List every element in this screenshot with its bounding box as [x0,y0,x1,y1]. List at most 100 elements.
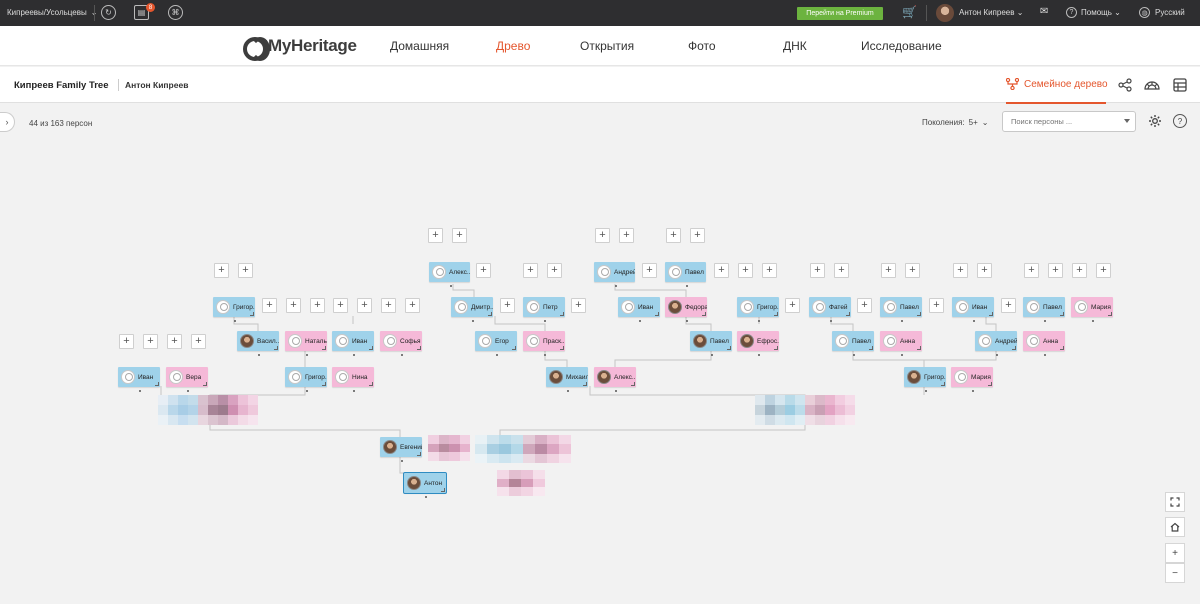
person-card[interactable]: Праск... [523,331,565,356]
add-mother-button[interactable]: + [1048,263,1063,278]
person-card[interactable]: Григор... [285,367,327,392]
add-spouse-button[interactable]: + [571,298,586,313]
person-card[interactable]: Иван [618,297,660,322]
expand-dot[interactable] [614,285,617,287]
expand-dot[interactable] [853,354,855,356]
expand-dot[interactable] [685,285,688,287]
expand-dot[interactable] [258,354,260,356]
person-card[interactable]: Вера [166,367,208,392]
expand-dot[interactable] [353,390,355,392]
add-mother-button[interactable]: + [357,298,372,313]
add-mother-button[interactable]: + [834,263,849,278]
person-card[interactable]: Федора [665,297,707,322]
person-card[interactable]: Михаил [546,367,588,392]
person-card[interactable]: Алекс... [594,367,636,392]
expand-dot[interactable] [139,390,141,392]
expand-dot[interactable] [1092,320,1094,322]
add-father-button[interactable]: + [523,263,538,278]
person-card[interactable]: Мария [951,367,993,392]
person-card[interactable]: Софья [380,331,422,356]
expand-dot[interactable] [425,496,427,498]
home-icon[interactable] [1165,517,1185,537]
person-card[interactable]: Павел [665,262,706,287]
add-mother-button[interactable]: + [547,263,562,278]
person-card[interactable]: Наталья [285,331,327,356]
expand-dot[interactable] [567,390,569,392]
add-mother-button[interactable]: + [143,334,158,349]
add-mother-button[interactable]: + [238,263,253,278]
expand-dot[interactable] [639,320,641,322]
add-father-button[interactable]: + [333,298,348,313]
expand-dot[interactable] [306,354,308,356]
add-father-button[interactable]: + [595,228,610,243]
person-card[interactable]: Иван [118,367,160,392]
expand-dot[interactable] [686,320,688,322]
person-card[interactable]: Дмитр... [451,297,493,322]
expand-dot[interactable] [187,390,189,392]
person-card[interactable]: Павел [832,331,874,356]
expand-dot[interactable] [901,354,903,356]
expand-dot[interactable] [830,320,832,322]
zoom-out-icon[interactable]: − [1165,563,1185,583]
add-spouse-button[interactable]: + [785,298,800,313]
person-card-selected[interactable]: Антон [403,472,447,498]
person-card[interactable]: Петр [523,297,565,322]
person-card[interactable]: Андрей [594,262,635,287]
add-father-button[interactable]: + [953,263,968,278]
add-father-button[interactable]: + [738,263,753,278]
add-father-button[interactable]: + [428,228,443,243]
add-father-button[interactable]: + [286,298,301,313]
person-card[interactable]: Григор... [904,367,946,392]
person-card[interactable]: Алекс... [429,262,470,287]
person-card[interactable]: Евгений [380,437,422,462]
add-mother-button[interactable]: + [1096,263,1111,278]
add-mother-button[interactable]: + [405,298,420,313]
person-card[interactable]: Григор... [737,297,779,322]
add-spouse-button[interactable]: + [929,298,944,313]
add-father-button[interactable]: + [881,263,896,278]
expand-dot[interactable] [615,390,617,392]
add-mother-button[interactable]: + [191,334,206,349]
person-card[interactable]: Павел [880,297,922,322]
person-card[interactable]: Иван [952,297,994,322]
expand-dot[interactable] [544,354,546,356]
add-mother-button[interactable]: + [977,263,992,278]
add-spouse-button[interactable]: + [642,263,657,278]
expand-dot[interactable] [449,285,452,287]
expand-dot[interactable] [996,354,998,356]
add-spouse-button[interactable]: + [476,263,491,278]
fullscreen-icon[interactable] [1165,492,1185,512]
add-father-button[interactable]: + [1072,263,1087,278]
add-mother-button[interactable]: + [762,263,777,278]
expand-dot[interactable] [1044,320,1046,322]
expand-dot[interactable] [401,460,403,462]
add-spouse-button[interactable]: + [1001,298,1016,313]
expand-dot[interactable] [544,320,546,322]
expand-dot[interactable] [901,320,903,322]
person-card[interactable]: Павел [690,331,732,356]
person-card[interactable]: Андрей [975,331,1017,356]
expand-dot[interactable] [758,354,760,356]
person-card[interactable]: Ефрос... [737,331,779,356]
person-card[interactable]: Иван [332,331,374,356]
person-card[interactable]: Мария [1071,297,1113,322]
person-card[interactable]: Анна [1023,331,1065,356]
expand-dot[interactable] [973,320,975,322]
expand-dot[interactable] [401,354,403,356]
person-card[interactable]: Нина [332,367,374,392]
person-card[interactable]: Васил... [237,331,279,356]
add-father-button[interactable]: + [810,263,825,278]
expand-dot[interactable] [353,354,355,356]
add-father-button[interactable]: + [167,334,182,349]
add-father-button[interactable]: + [1024,263,1039,278]
person-card[interactable]: Григор... [213,297,255,322]
person-card[interactable]: Анна [880,331,922,356]
expand-dot[interactable] [472,320,474,322]
add-spouse-button[interactable]: + [262,298,277,313]
expand-dot[interactable] [711,354,713,356]
expand-dot[interactable] [1044,354,1046,356]
person-card[interactable]: Фатей [809,297,851,322]
add-mother-button[interactable]: + [452,228,467,243]
add-father-button[interactable]: + [119,334,134,349]
expand-dot[interactable] [306,390,308,392]
